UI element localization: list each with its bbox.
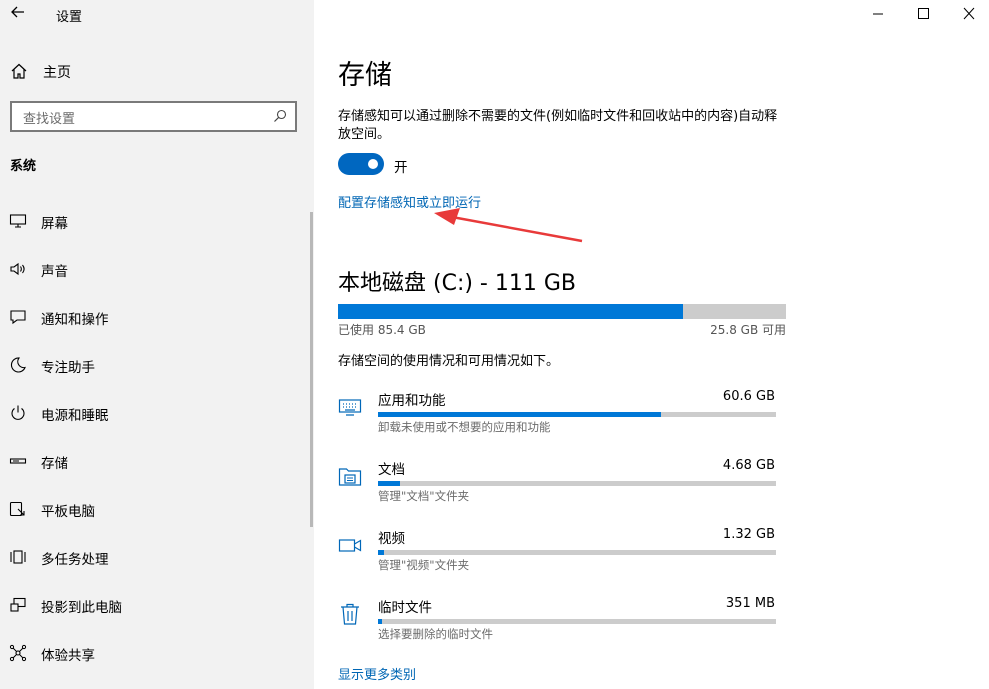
sidebar-item-multitasking[interactable]: 多任务处理 <box>0 540 314 574</box>
sidebar-item-notifications[interactable]: 通知和操作 <box>0 300 314 334</box>
notification-icon <box>10 310 26 325</box>
drive-used-label: 已使用 85.4 GB <box>338 323 426 337</box>
category-usage-fill <box>378 481 400 486</box>
toggle-knob <box>368 159 378 169</box>
sidebar-item-project[interactable]: 投影到此电脑 <box>0 588 314 622</box>
sidebar-item-label: 屏幕 <box>41 216 68 232</box>
sidebar-item-sound[interactable]: 声音 <box>0 252 314 286</box>
sidebar-item-label: 平板电脑 <box>41 504 95 520</box>
sidebar-item-display[interactable]: 屏幕 <box>0 204 314 238</box>
maximize-icon <box>918 8 929 19</box>
sidebar-item-label: 通知和操作 <box>41 312 109 328</box>
monitor-icon <box>9 214 27 228</box>
sidebar-scrollbar[interactable] <box>310 212 313 527</box>
home-label: 主页 <box>43 65 71 81</box>
category-size: 1.32 GB <box>722 527 775 542</box>
keyboard-icon <box>338 399 362 416</box>
home-icon <box>11 63 27 79</box>
speaker-icon <box>10 262 25 276</box>
section-title: 系统 <box>10 159 37 174</box>
title-bar: 设置 <box>0 0 314 28</box>
category-usage-bar <box>378 619 776 624</box>
video-icon <box>338 539 362 552</box>
category-usage-bar <box>378 412 776 417</box>
category-name: 文档 <box>378 462 405 478</box>
search-placeholder: 查找设置 <box>23 112 76 127</box>
close-icon <box>963 7 975 20</box>
category-videos[interactable]: 视频 1.32 GB 管理"视频"文件夹 <box>338 527 778 587</box>
category-description: 选择要删除的临时文件 <box>378 627 493 641</box>
drive-free-label: 25.8 GB 可用 <box>710 323 786 337</box>
page-title: 存储 <box>338 60 392 91</box>
sidebar-item-label: 电源和睡眠 <box>41 408 109 424</box>
sidebar-item-tablet[interactable]: 平板电脑 <box>0 492 314 526</box>
category-usage-bar <box>378 550 776 555</box>
sidebar: 设置 主页 查找设置 系统 屏幕 声音 通知和操作 专注助手 电源和睡眠 存储 … <box>0 0 314 689</box>
category-size: 4.68 GB <box>722 458 775 473</box>
drive-title: 本地磁盘 (C:) - 111 GB <box>338 271 576 296</box>
sidebar-item-storage[interactable]: 存储 <box>0 444 314 478</box>
category-size: 351 MB <box>725 596 775 611</box>
multitask-icon <box>10 550 26 564</box>
sidebar-item-label: 多任务处理 <box>41 552 109 568</box>
sidebar-item-shared-experiences[interactable]: 体验共享 <box>0 636 314 670</box>
sidebar-item-label: 声音 <box>41 264 68 280</box>
category-size: 60.6 GB <box>722 389 775 404</box>
sidebar-item-label: 存储 <box>41 456 68 472</box>
category-name: 临时文件 <box>378 600 432 616</box>
category-name: 应用和功能 <box>378 393 446 409</box>
storage-sense-toggle[interactable] <box>338 153 384 175</box>
category-temp-files[interactable]: 临时文件 351 MB 选择要删除的临时文件 <box>338 596 778 656</box>
storage-icon <box>9 458 27 464</box>
home-nav-item[interactable]: 主页 <box>0 56 314 86</box>
toggle-state-label: 开 <box>394 160 408 176</box>
moon-icon <box>10 357 26 373</box>
drive-usage-bar <box>338 304 786 319</box>
category-description: 卸载未使用或不想要的应用和功能 <box>378 420 551 434</box>
annotation-arrow <box>434 208 583 243</box>
close-button[interactable] <box>955 4 983 24</box>
category-name: 视频 <box>378 531 405 547</box>
minimize-icon <box>873 13 883 15</box>
maximize-button[interactable] <box>909 4 937 24</box>
drive-usage-fill <box>338 304 683 319</box>
app-title: 设置 <box>56 10 83 25</box>
show-more-categories-link[interactable]: 显示更多类别 <box>338 664 416 683</box>
category-description: 管理"视频"文件夹 <box>378 558 470 572</box>
category-description: 管理"文档"文件夹 <box>378 489 470 503</box>
configure-storage-sense-link[interactable]: 配置存储感知或立即运行 <box>338 192 481 211</box>
back-arrow-icon <box>11 6 24 18</box>
category-usage-fill <box>378 550 384 555</box>
category-usage-fill <box>378 619 382 624</box>
category-usage-bar <box>378 481 776 486</box>
power-icon <box>11 405 25 420</box>
project-icon <box>10 597 26 612</box>
category-usage-fill <box>378 412 661 417</box>
category-documents[interactable]: 文档 4.68 GB 管理"文档"文件夹 <box>338 458 778 518</box>
tablet-icon <box>9 501 25 517</box>
folder-icon <box>338 468 362 486</box>
back-button[interactable] <box>8 4 28 24</box>
trash-icon <box>341 603 359 625</box>
minimize-button[interactable] <box>864 4 892 24</box>
category-apps[interactable]: 应用和功能 60.6 GB 卸载未使用或不想要的应用和功能 <box>338 389 778 449</box>
storage-sense-description: 存储感知可以通过删除不需要的文件(例如临时文件和回收站中的内容)自动释放空间。 <box>338 109 778 142</box>
share-icon <box>9 644 27 662</box>
sidebar-item-power[interactable]: 电源和睡眠 <box>0 396 314 430</box>
sidebar-item-focus-assist[interactable]: 专注助手 <box>0 348 314 382</box>
sidebar-item-label: 投影到此电脑 <box>41 600 122 616</box>
search-icon[interactable] <box>273 109 287 123</box>
search-input[interactable]: 查找设置 <box>10 101 297 132</box>
sidebar-item-label: 专注助手 <box>41 360 95 376</box>
sidebar-item-label: 体验共享 <box>41 648 95 664</box>
usage-intro: 存储空间的使用情况和可用情况如下。 <box>338 354 560 369</box>
